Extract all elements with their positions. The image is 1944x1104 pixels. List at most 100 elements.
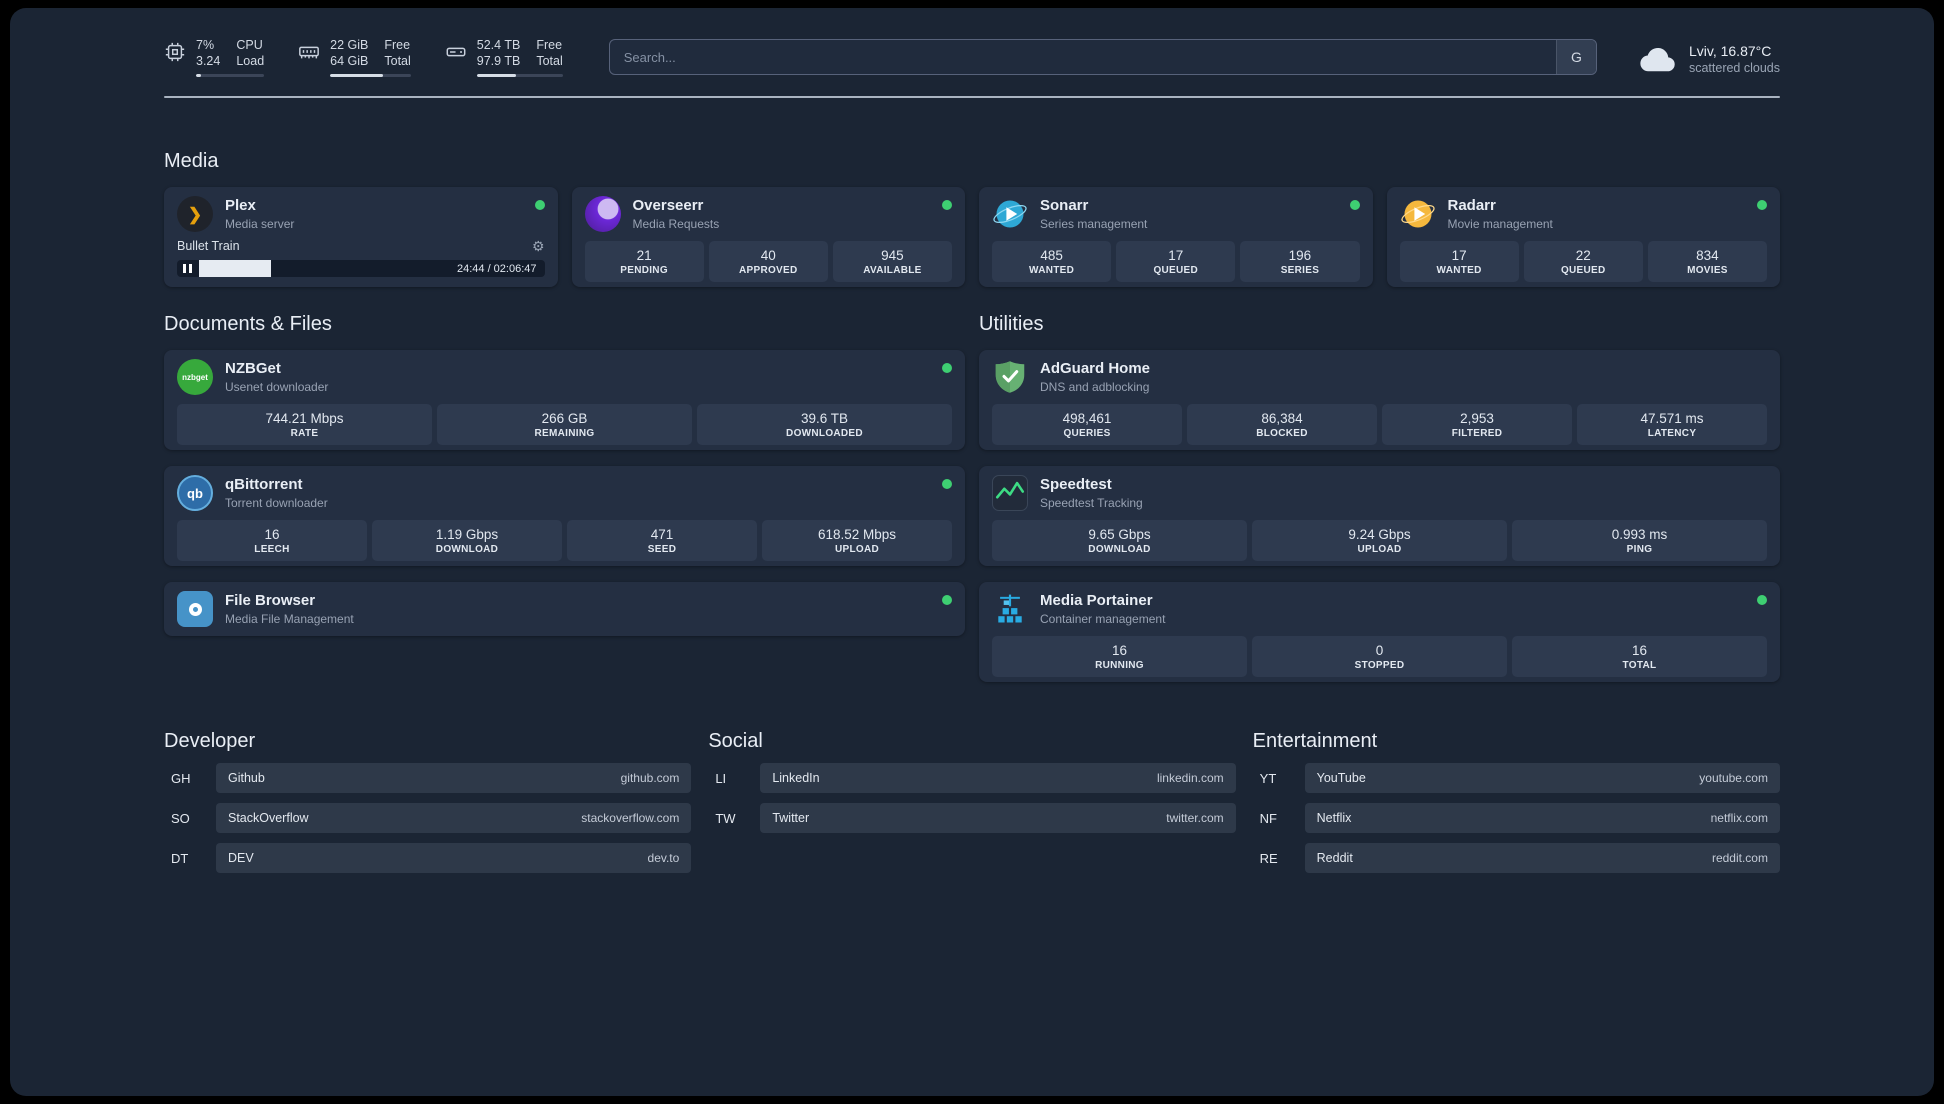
service-card-filebrowser[interactable]: File Browser Media File Management [164, 582, 965, 636]
bookmark-name: StackOverflow [228, 811, 309, 825]
utilities-column: Utilities AdGuard Home DNS and adblockin… [979, 313, 1780, 682]
disk-icon [445, 41, 467, 63]
cpu-labels: CPU Load [236, 38, 265, 69]
plex-icon: ❯ [177, 196, 213, 232]
status-dot [534, 200, 545, 210]
service-name: Media Portainer [1040, 592, 1153, 610]
cpu-usage-bar [196, 73, 265, 78]
stat-tile: 196 SERIES [1240, 241, 1360, 282]
bookmark-url: linkedin.com [1156, 771, 1224, 785]
bookmark-url: stackoverflow.com [581, 811, 680, 825]
radarr-icon [1400, 196, 1436, 232]
memory-icon [298, 41, 320, 63]
adguard-icon [992, 359, 1028, 395]
bookmark-linkedin[interactable]: LI LinkedIn linkedin.com [708, 763, 1236, 793]
now-playing-title: Bullet Train [177, 239, 240, 253]
playback-progress-bar[interactable]: 24:44 / 02:06:47 [177, 260, 545, 277]
bookmark-github[interactable]: GH Github github.com [164, 763, 692, 793]
bookmark-stackoverflow[interactable]: SO StackOverflow stackoverflow.com [164, 803, 692, 833]
service-subtitle: Usenet downloader [225, 379, 329, 394]
service-name: NZBGet [225, 360, 281, 378]
service-name: AdGuard Home [1040, 360, 1151, 378]
bookmark-url: netflix.com [1710, 811, 1768, 825]
bookmark-reddit[interactable]: RE Reddit reddit.com [1253, 843, 1780, 873]
topbar: 7% 3.24 CPU Load 22 GiB 64 GiB Free Tota… [164, 8, 1780, 80]
bookmark-abbr: LI [715, 770, 727, 786]
portainer-icon [992, 591, 1028, 627]
bookmark-group-developer: Developer GH Github github.com SO StackO… [164, 730, 692, 873]
memory-values: 22 GiB 64 GiB [330, 38, 369, 69]
resource-monitors: 7% 3.24 CPU Load 22 GiB 64 GiB Free Tota… [164, 38, 563, 78]
service-card-radarr[interactable]: Radarr Movie management 17 WANTED 22 QUE… [1386, 187, 1780, 287]
pause-button[interactable] [183, 264, 192, 273]
stat-tile: 17 QUEUED [1116, 241, 1236, 282]
service-subtitle: Speedtest Tracking [1040, 495, 1143, 510]
bookmark-name: YouTube [1316, 771, 1366, 785]
stat-tile: 0.993 ms PING [1512, 520, 1767, 561]
bookmark-abbr: NF [1259, 810, 1277, 826]
service-subtitle: Media server [225, 216, 295, 231]
bookmark-name: Netflix [1316, 811, 1352, 825]
bookmark-twitter[interactable]: TW Twitter twitter.com [708, 803, 1236, 833]
service-card-adguard[interactable]: AdGuard Home DNS and adblocking 498,461 … [979, 350, 1780, 450]
stat-tile: 47.571 ms LATENCY [1577, 404, 1767, 445]
service-subtitle: Movie management [1447, 216, 1553, 231]
bookmark-abbr: SO [171, 810, 190, 826]
bookmark-name: Reddit [1316, 851, 1353, 865]
service-name: Speedtest [1040, 476, 1112, 494]
stat-tile: 21 PENDING [584, 241, 704, 282]
service-name: Overseerr [632, 197, 704, 215]
memory-usage-bar [330, 73, 411, 78]
stat-tile: 744.21 Mbps RATE [177, 404, 432, 445]
nzbget-icon: nzbget [177, 359, 213, 395]
status-dot [1757, 595, 1767, 605]
service-card-plex[interactable]: ❯ Plex Media server Bullet Train ⚙ 24:44… [164, 187, 558, 287]
weather-location: Lviv, 16.87°C [1688, 43, 1772, 59]
service-card-overseerr[interactable]: Overseerr Media Requests 21 PENDING 40 A… [571, 187, 965, 287]
bookmark-abbr: RE [1259, 850, 1278, 866]
service-card-nzbget[interactable]: nzbget NZBGet Usenet downloader 744.21 M… [164, 350, 965, 450]
disk-values: 52.4 TB 97.9 TB [476, 38, 521, 69]
status-dot [942, 595, 952, 605]
service-card-portainer[interactable]: Media Portainer Container management 16 … [979, 582, 1780, 682]
bookmark-url: twitter.com [1166, 811, 1224, 825]
section-title-entertainment: Entertainment [1252, 730, 1378, 752]
bookmark-group-social: Social LI LinkedIn linkedin.com TW Twitt… [708, 730, 1236, 873]
stat-tile: 17 WANTED [1399, 241, 1519, 282]
stat-tile: 0 STOPPED [1252, 636, 1507, 677]
memory-labels: Free Total [384, 38, 411, 69]
speedtest-icon [992, 475, 1028, 511]
bookmark-dev[interactable]: DT DEV dev.to [164, 843, 692, 873]
playback-time: 24:44 / 02:06:47 [456, 262, 537, 275]
bookmark-netflix[interactable]: NF Netflix netflix.com [1253, 803, 1780, 833]
search-input[interactable] [609, 40, 1556, 74]
bookmark-youtube[interactable]: YT YouTube youtube.com [1253, 763, 1780, 793]
bookmark-group-entertainment: Entertainment YT YouTube youtube.com NF … [1253, 730, 1780, 873]
bookmark-name: Twitter [772, 811, 810, 825]
bookmark-url: dev.to [647, 851, 680, 865]
service-name: File Browser [225, 592, 316, 610]
bookmark-url: github.com [620, 771, 680, 785]
service-card-speedtest[interactable]: Speedtest Speedtest Tracking 9.65 Gbps D… [979, 466, 1780, 566]
stat-tile: 16 TOTAL [1512, 636, 1767, 677]
overseerr-icon [584, 196, 621, 232]
bookmark-url: youtube.com [1699, 771, 1768, 785]
status-dot [942, 363, 952, 373]
bookmark-abbr: TW [715, 810, 736, 826]
disk-widget: 52.4 TB 97.9 TB Free Total [445, 38, 563, 78]
service-card-sonarr[interactable]: Sonarr Series management 485 WANTED 17 Q… [979, 187, 1373, 287]
stat-tile: 16 LEECH [177, 520, 367, 561]
status-dot [1757, 200, 1767, 210]
bookmark-abbr: DT [171, 850, 189, 866]
stat-tile: 1.19 Gbps DOWNLOAD [372, 520, 562, 561]
stat-tile: 618.52 Mbps UPLOAD [762, 520, 952, 561]
disk-usage-bar [476, 73, 563, 78]
service-subtitle: Media Requests [632, 216, 720, 231]
bookmark-name: DEV [228, 851, 254, 865]
stat-tile: 39.6 TB DOWNLOADED [697, 404, 952, 445]
search-provider-button[interactable]: G [1555, 40, 1596, 74]
bookmark-url: reddit.com [1711, 851, 1768, 865]
service-card-qbittorrent[interactable]: qb qBittorrent Torrent downloader 16 LEE… [164, 466, 965, 566]
settings-gear-icon[interactable]: ⚙ [532, 239, 545, 253]
cloud-icon [1637, 38, 1679, 80]
